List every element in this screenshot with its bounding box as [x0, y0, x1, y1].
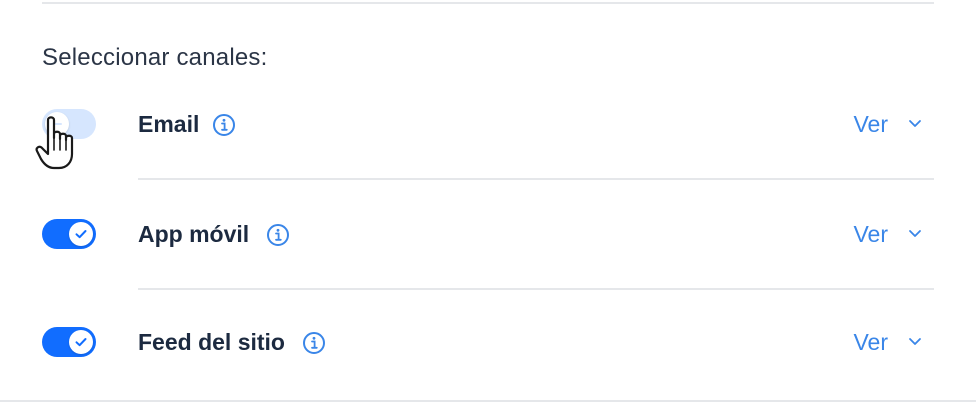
check-icon	[75, 230, 87, 239]
info-icon[interactable]	[212, 113, 236, 137]
row-divider	[138, 288, 934, 290]
channel-row-app-movil: App móvil Ver	[0, 214, 976, 254]
top-divider	[42, 2, 934, 4]
row-divider	[138, 178, 934, 180]
section-title: Seleccionar canales:	[42, 44, 268, 71]
chevron-down-icon[interactable]	[906, 335, 924, 349]
chevron-down-icon[interactable]	[906, 117, 924, 131]
hand-pointer-icon	[35, 116, 74, 170]
view-link-feed-del-sitio[interactable]: Ver	[853, 329, 888, 356]
check-icon	[75, 338, 87, 347]
toggle-knob	[69, 222, 93, 246]
view-link-email[interactable]: Ver	[853, 111, 888, 138]
channel-label-email: Email	[138, 111, 200, 137]
info-icon[interactable]	[302, 331, 326, 355]
toggle-knob	[69, 330, 93, 354]
chevron-down-icon[interactable]	[906, 227, 924, 241]
app-movil-toggle[interactable]	[42, 219, 96, 249]
channel-row-email: Email Ver	[0, 104, 976, 144]
view-link-app-movil[interactable]: Ver	[853, 221, 888, 248]
feed-del-sitio-toggle[interactable]	[42, 327, 96, 357]
channel-label-feed-del-sitio: Feed del sitio	[138, 329, 285, 355]
channel-row-feed-del-sitio: Feed del sitio Ver	[0, 322, 976, 362]
bottom-divider	[0, 400, 976, 402]
channel-label-app-movil: App móvil	[138, 221, 250, 247]
info-icon[interactable]	[266, 223, 290, 247]
